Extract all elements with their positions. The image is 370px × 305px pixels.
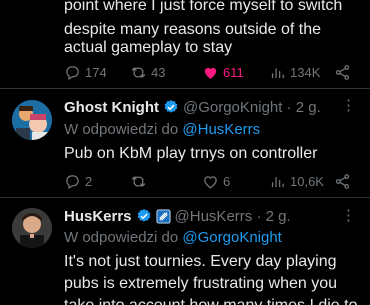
like-button[interactable]: 611	[202, 62, 244, 82]
heart-filled-icon	[204, 67, 217, 79]
reply-target-link[interactable]: @GorgoKnight	[182, 229, 281, 246]
tweet-divider	[0, 197, 370, 198]
reply-context: W odpowiedzi do @HusKerrs	[64, 120, 260, 140]
tweet-actions: 2 6 10,6K	[64, 171, 354, 191]
handle-time[interactable]: @HusKerrs · 2 g.	[175, 208, 291, 225]
affiliate-badge-icon	[156, 208, 171, 224]
retweet-button[interactable]	[130, 171, 151, 191]
views-bar-chart-icon	[271, 67, 284, 78]
views-bar-chart-icon	[271, 176, 284, 187]
like-button[interactable]: 6	[202, 171, 230, 191]
share-button[interactable]	[334, 171, 351, 191]
reply-prefix: W odpowiedzi do	[64, 229, 179, 246]
reply-prefix: W odpowiedzi do	[64, 121, 179, 138]
tweet-actions: 174 43 611 134K	[64, 62, 354, 82]
tweet-text-line: take into account how many times I die t…	[64, 296, 357, 305]
display-name[interactable]: Ghost Knight	[64, 99, 159, 116]
reply-icon	[66, 174, 79, 189]
retweet-count: 43	[151, 64, 166, 80]
reply-button[interactable]: 174	[64, 62, 107, 82]
retweet-button[interactable]: 43	[130, 62, 165, 82]
reply-icon	[66, 65, 79, 80]
verified-badge-icon	[137, 209, 150, 222]
heart-icon	[204, 175, 217, 189]
avatar-image	[12, 208, 52, 248]
retweet-icon	[131, 175, 146, 187]
more-options-icon[interactable]: ⋮	[341, 98, 356, 113]
avatar[interactable]	[12, 100, 52, 140]
tweet-text-line: Pub on KbM play trnys on controller	[64, 145, 318, 162]
tweet-text-line: It's not just tournies. Every day playin…	[64, 253, 337, 270]
display-name[interactable]: HusKerrs	[64, 208, 132, 225]
reply-target-link[interactable]: @HusKerrs	[182, 121, 260, 138]
views-button[interactable]: 10,6K	[269, 171, 324, 191]
like-count: 6	[223, 173, 231, 189]
views-button[interactable]: 134K	[269, 62, 320, 82]
views-count: 134K	[290, 64, 321, 80]
tweet-text-line: despite many reasons outside of the	[64, 21, 322, 38]
views-count: 10,6K	[290, 173, 324, 189]
reply-count: 174	[85, 64, 107, 80]
tweet-text-line: actual gameplay to stay	[64, 39, 233, 56]
handle-time[interactable]: @GorgoKnight · 2 g.	[183, 99, 321, 116]
author-row: HusKerrs @HusKerrs · 2 g.	[64, 206, 291, 226]
like-count: 611	[223, 64, 244, 80]
tweet-divider	[0, 88, 370, 89]
share-icon	[335, 173, 350, 189]
avatar-image	[12, 100, 52, 140]
avatar[interactable]	[12, 208, 52, 248]
author-row: Ghost Knight @GorgoKnight · 2 g.	[64, 97, 321, 117]
reply-count: 2	[85, 173, 93, 189]
more-options-icon[interactable]: ⋮	[341, 208, 356, 223]
tweet-text-line: point where I just force myself to switc…	[64, 0, 343, 14]
share-button[interactable]	[334, 62, 351, 82]
reply-context: W odpowiedzi do @GorgoKnight	[64, 228, 282, 248]
share-icon	[335, 64, 350, 80]
retweet-icon	[131, 66, 146, 78]
tweet-text-line: pubs is extremely frustrating when you	[64, 275, 338, 292]
reply-button[interactable]: 2	[64, 171, 92, 191]
verified-badge-icon	[164, 100, 178, 113]
